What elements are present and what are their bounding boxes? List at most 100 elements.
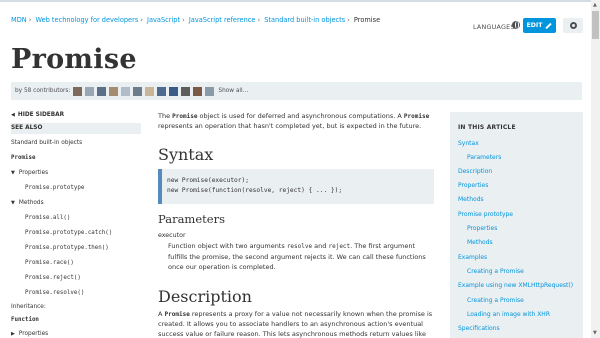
caret-down-icon: ▼ bbox=[11, 170, 15, 176]
languages-button[interactable]: LANGUAGES bbox=[473, 23, 515, 31]
breadcrumb-standard-objects[interactable]: Standard built-in objects bbox=[264, 16, 345, 24]
sidebar-inheritance-label: Inheritance: bbox=[11, 304, 46, 310]
breadcrumb-mdn[interactable]: MDN bbox=[11, 16, 27, 24]
scrollbar-thumb[interactable] bbox=[592, 11, 599, 39]
avatar[interactable] bbox=[145, 86, 155, 96]
syntax-code-block: new Promise(executor); new Promise(funct… bbox=[158, 169, 434, 204]
toc-prototype-properties[interactable]: Properties bbox=[467, 225, 497, 232]
toc-parameters[interactable]: Parameters bbox=[467, 154, 501, 161]
toc-specifications[interactable]: Specifications bbox=[458, 325, 500, 332]
toc-loading-image-xhr[interactable]: Loading an image with XHR bbox=[467, 311, 550, 318]
pencil-icon bbox=[545, 22, 553, 29]
toc-promise-prototype[interactable]: Promise prototype bbox=[458, 211, 513, 218]
breadcrumb-separator: › bbox=[140, 16, 143, 24]
contributor-avatars bbox=[73, 86, 215, 96]
breadcrumb-javascript-reference[interactable]: JavaScript reference bbox=[189, 16, 256, 24]
hide-sidebar-button[interactable]: ◀ HIDE SIDEBAR bbox=[11, 112, 64, 118]
scroll-down-icon[interactable]: ▼ bbox=[593, 330, 597, 336]
avatar[interactable] bbox=[169, 86, 179, 96]
avatar[interactable] bbox=[193, 86, 203, 96]
intro-text: object is used for deferred and asynchro… bbox=[197, 112, 404, 120]
code-promise: Promise bbox=[172, 113, 198, 120]
sidebar-item-promise[interactable]: Promise bbox=[11, 155, 35, 161]
chevron-left-icon: ◀ bbox=[11, 112, 15, 118]
breadcrumb-web-technology[interactable]: Web technology for developers bbox=[35, 16, 138, 24]
syntax-heading: Syntax bbox=[158, 145, 214, 164]
breadcrumb-separator: › bbox=[182, 16, 185, 24]
sidebar-method-reject[interactable]: Promise.reject() bbox=[25, 275, 81, 281]
toc-examples[interactable]: Examples bbox=[458, 254, 487, 261]
param-text: Function object with two arguments bbox=[168, 242, 287, 250]
caret-down-icon: ▼ bbox=[11, 200, 15, 206]
code-promise: Promise bbox=[164, 311, 190, 318]
code-line: new Promise(executor); bbox=[167, 177, 249, 184]
code-resolve: resolve bbox=[286, 243, 313, 250]
breadcrumb-current: Promise bbox=[353, 16, 381, 24]
scrollbar[interactable]: ▲ ▼ bbox=[591, 0, 600, 338]
avatar[interactable] bbox=[181, 86, 191, 96]
scroll-up-icon[interactable]: ▲ bbox=[593, 2, 597, 8]
description-heading: Description bbox=[158, 287, 252, 306]
intro-paragraph: The Promise object is used for deferred … bbox=[158, 112, 436, 132]
top-border bbox=[0, 0, 600, 2]
gear-icon bbox=[569, 22, 577, 29]
avatar[interactable] bbox=[157, 86, 167, 96]
sidebar-item-function[interactable]: Function bbox=[11, 317, 39, 323]
sidebar-item-methods[interactable]: ▼ Methods bbox=[11, 200, 44, 206]
sidebar-method-race[interactable]: Promise.race() bbox=[25, 260, 74, 266]
code-promise: Promise bbox=[403, 113, 430, 120]
toc-heading: IN THIS ARTICLE bbox=[458, 124, 516, 131]
description-paragraph: A Promise represents a proxy for a value… bbox=[158, 310, 436, 338]
sidebar-method-catch[interactable]: Promise.prototype.catch() bbox=[25, 230, 112, 236]
breadcrumb: MDN › Web technology for developers › Java… bbox=[11, 16, 380, 24]
toc-methods[interactable]: Methods bbox=[458, 196, 484, 203]
avatar[interactable] bbox=[97, 86, 107, 96]
sidebar-item-properties[interactable]: ▼ Properties bbox=[11, 170, 48, 176]
page-title: Promise bbox=[11, 44, 137, 75]
breadcrumb-separator: › bbox=[257, 16, 261, 24]
toc-xhr-example[interactable]: Example using new XMLHttpRequest() bbox=[458, 282, 573, 289]
hide-sidebar-label: HIDE SIDEBAR bbox=[17, 112, 65, 118]
breadcrumb-separator: › bbox=[347, 16, 350, 24]
parameters-heading: Parameters bbox=[158, 212, 225, 226]
code-reject: reject bbox=[328, 243, 351, 250]
avatar[interactable] bbox=[133, 86, 143, 96]
toc-creating-promise[interactable]: Creating a Promise bbox=[467, 268, 524, 275]
toc-creating-promise-2[interactable]: Creating a Promise bbox=[467, 297, 524, 304]
param-description: Function object with two arguments resol… bbox=[158, 241, 436, 272]
avatar[interactable] bbox=[73, 86, 83, 96]
avatar[interactable] bbox=[85, 86, 95, 96]
sidebar-method-then[interactable]: Promise.prototype.then() bbox=[25, 245, 109, 251]
avatar[interactable] bbox=[109, 86, 119, 96]
desc-text: represents a proxy for a value not neces… bbox=[158, 310, 433, 338]
avatar[interactable] bbox=[121, 86, 131, 96]
toc-properties[interactable]: Properties bbox=[458, 182, 488, 189]
sidebar-methods-label: Methods bbox=[18, 200, 44, 206]
param-text: and bbox=[312, 242, 329, 250]
intro-text: represents an operation that hasn't comp… bbox=[158, 121, 422, 130]
toc-description[interactable]: Description bbox=[458, 168, 492, 175]
sidebar-method-all[interactable]: Promise.all() bbox=[25, 215, 70, 221]
globe-icon[interactable] bbox=[512, 21, 520, 29]
contributors-bar: by 58 contributors: Show all… bbox=[11, 82, 582, 100]
sidebar-properties2-label: Properties bbox=[18, 331, 49, 337]
sidebar-properties-label: Properties bbox=[18, 170, 49, 176]
toc-prototype-methods[interactable]: Methods bbox=[467, 239, 493, 246]
sidebar-item-standard-objects[interactable]: Standard built-in objects bbox=[11, 140, 82, 146]
sidebar-item-prototype[interactable]: Promise.prototype bbox=[25, 185, 84, 191]
intro-text: The bbox=[158, 112, 173, 120]
edit-button[interactable]: EDIT bbox=[523, 18, 556, 33]
settings-button[interactable] bbox=[563, 18, 583, 33]
sidebar-item-properties-2[interactable]: ▶ Properties bbox=[11, 331, 48, 337]
caret-right-icon: ▶ bbox=[11, 331, 15, 337]
show-all-contributors[interactable]: Show all… bbox=[218, 88, 248, 94]
sidebar-method-resolve[interactable]: Promise.resolve() bbox=[25, 290, 84, 296]
breadcrumb-javascript[interactable]: JavaScript bbox=[147, 16, 180, 24]
see-also-heading: SEE ALSO bbox=[11, 123, 141, 134]
in-this-article: IN THIS ARTICLE Syntax Parameters Descri… bbox=[450, 112, 583, 338]
param-name: executor bbox=[158, 232, 186, 239]
edit-label: EDIT bbox=[526, 22, 543, 29]
contributors-label: by 58 contributors: bbox=[15, 88, 71, 94]
toc-syntax[interactable]: Syntax bbox=[458, 140, 479, 147]
avatar[interactable] bbox=[205, 86, 215, 96]
